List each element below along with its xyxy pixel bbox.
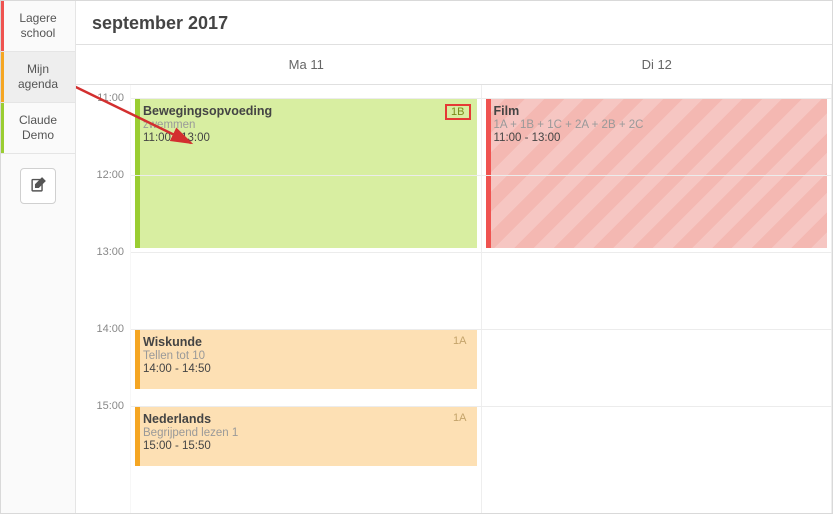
event-time: 11:00 - 13:00 xyxy=(143,132,469,144)
calendar-grid: 11:00 12:00 13:00 14:00 15:00 Bewegingsopvoe… xyxy=(76,85,832,513)
day-column-tue[interactable]: Film1A + 1B + 1C + 2A + 2B + 2C11:00 - 1… xyxy=(482,85,833,513)
compose-icon xyxy=(30,176,47,196)
sidebar-tab-label: Lagere school xyxy=(19,11,56,40)
event-subtitle: zwemmen xyxy=(143,119,469,131)
sidebar-tab-claude-demo[interactable]: Claude Demo xyxy=(1,103,75,154)
tab-marker xyxy=(1,103,4,153)
time-gutter: 11:00 12:00 13:00 14:00 15:00 xyxy=(76,85,131,513)
event-subtitle: Tellen tot 10 xyxy=(143,350,469,362)
sidebar: Lagere school Mijn agenda Claude Demo xyxy=(1,1,76,513)
hour-line xyxy=(131,252,832,253)
calendar-event[interactable]: Film1A + 1B + 1C + 2A + 2B + 2C11:00 - 1… xyxy=(486,98,828,248)
day-columns: Bewegingsopvoedingzwemmen11:00 - 13:001B… xyxy=(131,85,832,513)
time-gutter-head xyxy=(76,45,131,84)
app-root: Lagere school Mijn agenda Claude Demo se… xyxy=(0,0,833,514)
hour-line xyxy=(131,98,832,99)
main: september 2017 Ma 11 Di 12 11:00 12:00 13:… xyxy=(76,1,832,513)
event-accent xyxy=(135,98,140,248)
day-headers: Ma 11 Di 12 xyxy=(76,44,832,85)
tab-marker xyxy=(1,1,4,51)
calendar-event[interactable]: NederlandsBegrijpend lezen 115:00 - 15:5… xyxy=(135,406,477,466)
time-label: 11:00 xyxy=(97,92,124,104)
day-column-mon[interactable]: Bewegingsopvoedingzwemmen11:00 - 13:00 1B… xyxy=(131,85,482,513)
calendar-event[interactable]: Bewegingsopvoedingzwemmen11:00 - 13:00 1B xyxy=(135,98,477,248)
sidebar-tab-lagere-school[interactable]: Lagere school xyxy=(1,1,75,52)
event-time: 11:00 - 13:00 xyxy=(494,132,820,144)
tab-marker xyxy=(1,52,4,102)
time-label: 15:00 xyxy=(96,400,124,412)
event-title: Film xyxy=(494,104,820,118)
compose-button[interactable] xyxy=(20,168,56,204)
event-time: 15:00 - 15:50 xyxy=(143,440,469,452)
time-label: 14:00 xyxy=(96,323,124,335)
event-subtitle: 1A + 1B + 1C + 2A + 2B + 2C xyxy=(494,119,820,131)
event-badge: 1B xyxy=(445,104,470,120)
time-label: 13:00 xyxy=(96,246,124,258)
event-time: 14:00 - 14:50 xyxy=(143,363,469,375)
event-accent xyxy=(135,329,140,389)
hour-line xyxy=(131,329,832,330)
grid-wrap: 11:00 12:00 13:00 14:00 15:00 Bewegingsopvoe… xyxy=(76,85,832,513)
time-label: 12:00 xyxy=(96,169,124,181)
day-header-tue: Di 12 xyxy=(482,45,833,84)
sidebar-tab-mijn-agenda[interactable]: Mijn agenda xyxy=(1,52,75,103)
title-row: september 2017 xyxy=(76,1,832,44)
event-subtitle: Begrijpend lezen 1 xyxy=(143,427,469,439)
sidebar-tab-label: Claude Demo xyxy=(19,113,57,142)
hour-line xyxy=(131,406,832,407)
day-header-mon: Ma 11 xyxy=(131,45,482,84)
event-title: Bewegingsopvoeding xyxy=(143,104,469,118)
hour-line xyxy=(131,175,832,176)
event-badge: 1A xyxy=(449,335,470,347)
event-accent xyxy=(135,406,140,466)
sidebar-tab-label: Mijn agenda xyxy=(18,62,58,91)
event-accent xyxy=(486,98,491,248)
event-title: Wiskunde xyxy=(143,335,469,349)
page-title: september 2017 xyxy=(92,13,816,34)
event-badge: 1A xyxy=(449,412,470,424)
calendar-event[interactable]: WiskundeTellen tot 1014:00 - 14:50 1A xyxy=(135,329,477,389)
event-title: Nederlands xyxy=(143,412,469,426)
